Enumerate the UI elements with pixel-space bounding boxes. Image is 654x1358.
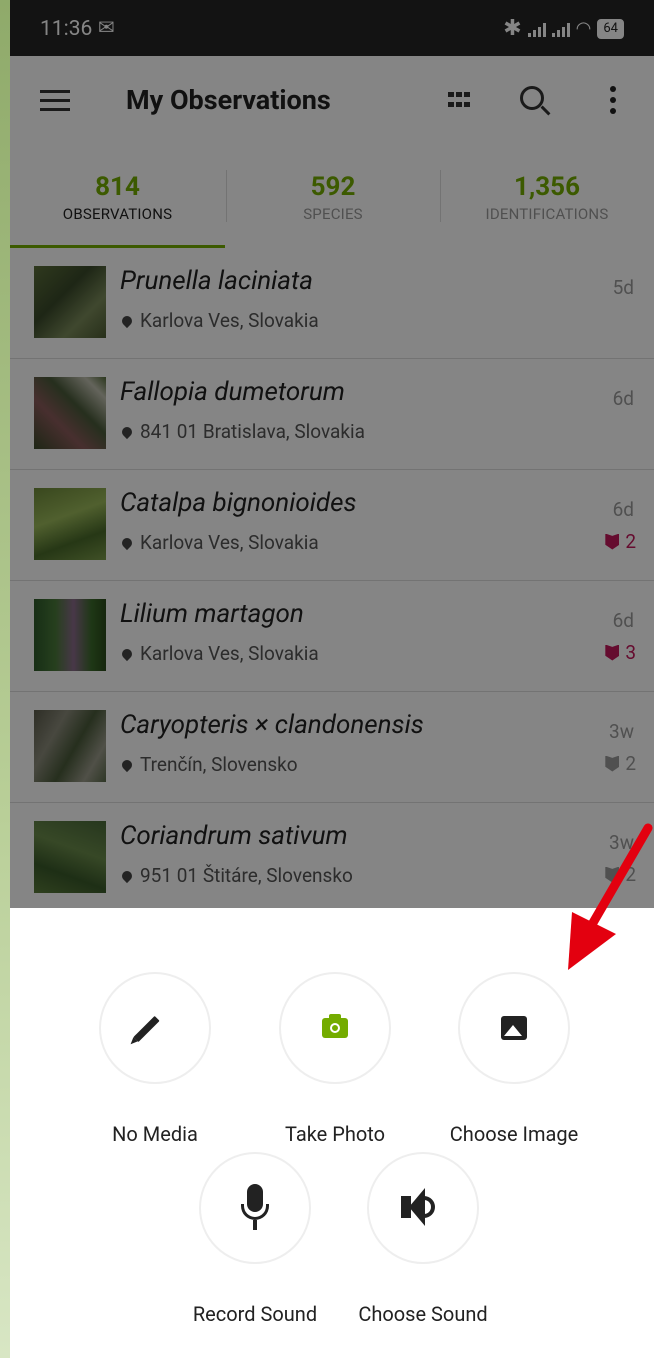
- record-sound-option[interactable]: Record Sound: [160, 1152, 350, 1326]
- choose-sound-option[interactable]: Choose Sound: [328, 1152, 518, 1326]
- take-photo-button[interactable]: [279, 972, 391, 1084]
- red-arrow-annotation-icon: [568, 823, 653, 970]
- camera-icon: [322, 1014, 348, 1038]
- record-sound-label: Record Sound: [192, 1302, 318, 1326]
- record-sound-button[interactable]: [199, 1152, 311, 1264]
- choose-sound-button[interactable]: [367, 1152, 479, 1264]
- take-photo-option[interactable]: Take Photo: [240, 972, 430, 1146]
- add-observation-sheet: No Media Take Photo Choose Image Record …: [10, 908, 654, 1358]
- observations-screen: 11:36 ✉ ✱ ◠ 64 My Observations 814 OBSER…: [10, 0, 654, 914]
- microphone-icon-stem: [253, 1220, 257, 1230]
- phone-screen: 11:36 ✉ ✱ ◠ 64 My Observations 814 OBSER…: [10, 0, 654, 1358]
- take-photo-label: Take Photo: [284, 1122, 385, 1146]
- choose-sound-label: Choose Sound: [358, 1302, 488, 1326]
- modal-scrim[interactable]: [10, 0, 654, 908]
- pencil-icon: [133, 1015, 160, 1043]
- choose-image-button[interactable]: [458, 972, 570, 1084]
- speaker-icon-wave: [423, 1196, 435, 1218]
- choose-image-label: Choose Image: [449, 1122, 579, 1146]
- no-media-option[interactable]: No Media: [60, 972, 250, 1146]
- no-media-button[interactable]: [99, 972, 211, 1084]
- choose-image-option[interactable]: Choose Image: [419, 972, 609, 1146]
- microphone-icon-base: [241, 1204, 269, 1220]
- no-media-label: No Media: [112, 1122, 198, 1146]
- image-icon: [501, 1016, 527, 1040]
